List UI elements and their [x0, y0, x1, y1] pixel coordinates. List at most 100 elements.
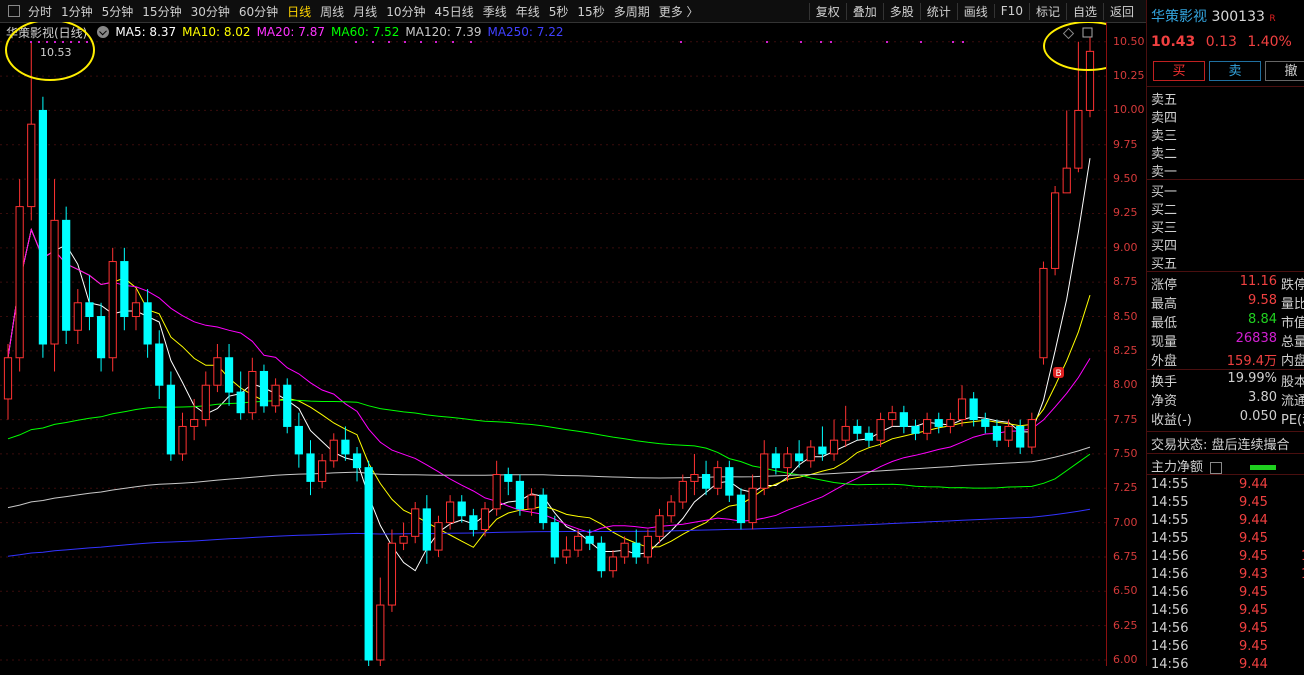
- axis-tick-label: 7.00: [1113, 515, 1138, 529]
- candle-body: [469, 515, 478, 530]
- signal-dot: [830, 41, 832, 43]
- candle-body: [213, 357, 222, 386]
- tool-button[interactable]: 返回: [1102, 2, 1140, 20]
- tick-time: 14:56: [1151, 657, 1189, 672]
- stat-value: 3.80: [1248, 390, 1277, 405]
- tool-button[interactable]: F10: [993, 4, 1029, 18]
- candle: [1039, 261, 1048, 365]
- stat-label: 现量: [1151, 335, 1178, 350]
- period-tab[interactable]: 周线: [320, 3, 344, 20]
- candle: [213, 344, 222, 393]
- tick-time: 14:55: [1151, 531, 1189, 546]
- period-tab[interactable]: 60分钟: [239, 3, 278, 20]
- period-tab[interactable]: 多周期: [614, 3, 650, 20]
- candle: [783, 447, 792, 482]
- candle: [620, 536, 629, 564]
- period-tab[interactable]: 季线: [483, 3, 507, 20]
- tool-button[interactable]: 复权: [808, 2, 846, 20]
- stat-value: 9.58: [1248, 293, 1277, 308]
- candle-body: [946, 419, 955, 427]
- signal-dot: [800, 41, 802, 43]
- candle: [667, 495, 676, 523]
- axis-tick-label: 8.75: [1113, 275, 1138, 289]
- tick-time: 14:56: [1151, 639, 1189, 654]
- candle: [946, 412, 955, 434]
- candle: [50, 179, 59, 372]
- candle: [155, 330, 164, 399]
- candle-body: [783, 453, 792, 469]
- candle: [643, 529, 652, 564]
- tool-button[interactable]: 多股: [882, 2, 920, 20]
- divider: [1147, 431, 1304, 432]
- candle-body: [306, 453, 315, 482]
- signal-dot: [38, 41, 40, 43]
- candle-body: [864, 432, 874, 441]
- candle: [73, 289, 82, 344]
- candle-body: [957, 398, 967, 421]
- signal-dot: [62, 41, 64, 43]
- period-tab[interactable]: 30分钟: [191, 3, 230, 20]
- axis-tick-label: 6.75: [1113, 549, 1138, 563]
- candle: [434, 515, 443, 557]
- tick-time: 14:55: [1151, 477, 1189, 492]
- period-tab[interactable]: 45日线: [434, 3, 473, 20]
- period-tab[interactable]: 1分钟: [61, 3, 93, 20]
- tick-price: 9.45: [1239, 621, 1268, 636]
- candle: [597, 536, 606, 578]
- candle: [376, 577, 385, 666]
- net-flow-icon[interactable]: [1210, 461, 1223, 474]
- period-tab[interactable]: 日线: [287, 3, 311, 20]
- tool-button[interactable]: 统计: [919, 2, 957, 20]
- period-tab[interactable]: 15分钟: [142, 3, 181, 20]
- sell-button[interactable]: 卖: [1209, 61, 1261, 81]
- cancel-button[interactable]: 撤: [1265, 61, 1304, 81]
- period-tab[interactable]: 5秒: [549, 3, 569, 20]
- tool-button[interactable]: 画线: [956, 2, 994, 20]
- candle-body: [178, 425, 187, 455]
- candle: [27, 41, 36, 221]
- candle: [841, 405, 850, 448]
- period-tab[interactable]: 5分钟: [102, 3, 134, 20]
- candle: [190, 398, 199, 441]
- stat-label: 总量: [1281, 335, 1304, 350]
- diamond-icon[interactable]: [1062, 27, 1075, 40]
- period-tab[interactable]: 分时: [28, 3, 52, 20]
- candle: [399, 522, 408, 551]
- stat-label: 量比: [1281, 297, 1304, 312]
- candle-body: [992, 425, 1002, 441]
- ma120-line: [7, 446, 1091, 509]
- ask-level-label: 卖四: [1151, 111, 1178, 126]
- kline-chart[interactable]: 10.53 B: [0, 22, 1106, 666]
- signal-dot: [70, 41, 72, 43]
- candle: [748, 474, 757, 530]
- tool-button[interactable]: 叠加: [845, 2, 883, 20]
- period-tab[interactable]: 更多 〉: [659, 3, 699, 20]
- period-tab[interactable]: 15秒: [577, 3, 604, 20]
- trade-buttons: 买 卖 撤: [1153, 61, 1304, 81]
- candle-body: [771, 453, 780, 469]
- candle: [480, 502, 490, 537]
- period-tab[interactable]: 月线: [353, 3, 377, 20]
- candle: [85, 275, 94, 331]
- net-flow-bar: [1250, 465, 1277, 470]
- sidebar-toggle-icon[interactable]: [1082, 27, 1093, 38]
- candle: [760, 440, 769, 496]
- stat-label: 收益(-): [1151, 413, 1192, 428]
- tool-button[interactable]: 标记: [1028, 2, 1066, 20]
- panel-toggle-icon[interactable]: [8, 5, 20, 17]
- period-tab[interactable]: 10分钟: [386, 3, 425, 20]
- candle-body: [108, 261, 117, 359]
- buy-button[interactable]: 买: [1153, 61, 1205, 81]
- candle: [469, 508, 478, 537]
- tool-button[interactable]: 自选: [1065, 2, 1103, 20]
- candle-body: [143, 302, 152, 345]
- candle-body: [725, 467, 734, 496]
- candle-body: [632, 542, 641, 558]
- tick-row: 14:55 9.44: [1151, 513, 1304, 531]
- signal-dot: [820, 41, 822, 43]
- candle-body: [527, 494, 536, 510]
- tick-row: 14:55 9.44: [1151, 477, 1304, 495]
- period-tab[interactable]: 年线: [516, 3, 540, 20]
- stat-label: 最低: [1151, 316, 1178, 331]
- candle-body: [318, 460, 327, 482]
